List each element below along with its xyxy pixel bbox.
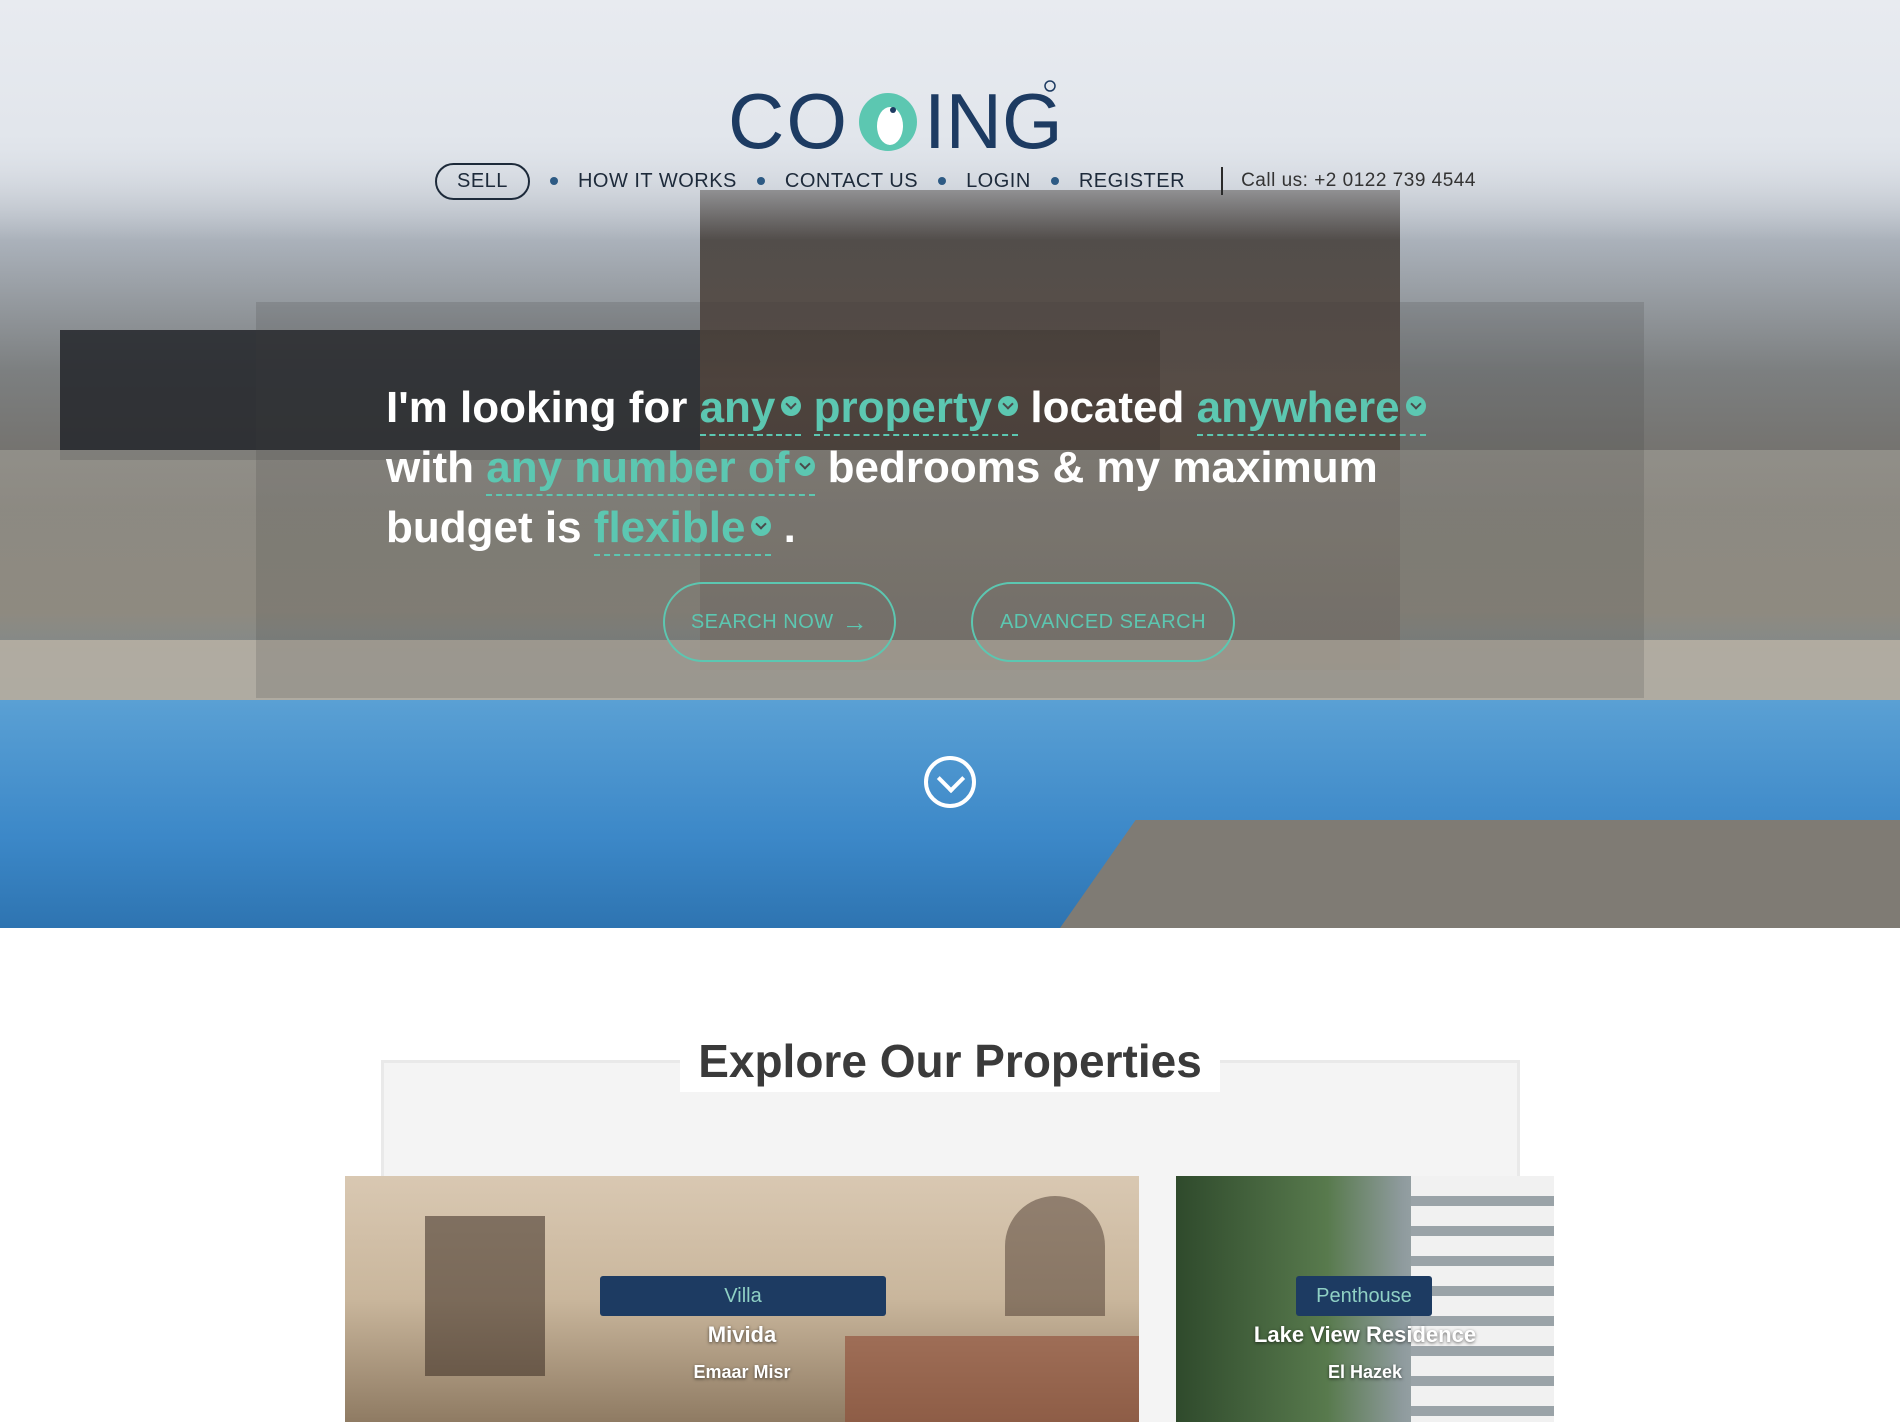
- advanced-search-button[interactable]: ADVANCED SEARCH: [971, 582, 1235, 662]
- scroll-down-icon[interactable]: [924, 756, 976, 808]
- property-name: Lake View Residence: [1253, 1322, 1477, 1347]
- nav-sell[interactable]: SELL: [435, 162, 530, 200]
- property-card[interactable]: Villa Mivida Emaar Misr: [345, 1176, 1139, 1422]
- search-now-label: SEARCH NOW: [690, 610, 834, 633]
- budget-label: budget is: [386, 503, 582, 552]
- bedrooms-value: any number of: [486, 443, 790, 492]
- section-title: Explore Our Properties: [680, 1030, 1220, 1092]
- main-nav: SELL HOW IT WORKS CONTACT US LOGIN REGIS…: [435, 162, 1476, 200]
- chevron-down-icon: [795, 456, 816, 477]
- property-developer: Emaar Misr: [693, 1362, 791, 1382]
- bedrooms-label: bedrooms & my maximum: [827, 443, 1378, 492]
- search-sentence: I'm looking for any property located any…: [386, 378, 1516, 558]
- phone-link[interactable]: Call us: +2 0122 739 4544: [1241, 170, 1476, 192]
- property-type-dropdown[interactable]: property: [813, 383, 1019, 436]
- svg-text:ING: ING: [924, 78, 1058, 158]
- budget-dropdown[interactable]: flexible: [593, 503, 772, 556]
- nav-how-it-works[interactable]: HOW IT WORKS: [578, 170, 737, 193]
- property-developer: El Hazek: [1327, 1362, 1403, 1382]
- arrow-right-icon: →: [841, 607, 869, 637]
- located-label: located: [1030, 383, 1185, 432]
- property-type-badge: Villa: [600, 1276, 886, 1316]
- advanced-search-label: ADVANCED SEARCH: [999, 610, 1207, 633]
- property-image: [425, 1216, 545, 1376]
- budget-value: flexible: [593, 503, 746, 552]
- chevron-down-icon: [998, 396, 1019, 417]
- property-card[interactable]: Penthouse Lake View Residence El Hazek: [1176, 1176, 1554, 1422]
- search-now-button[interactable]: SEARCH NOW →: [663, 582, 896, 662]
- nav-separator-dot: [549, 177, 558, 185]
- sentence-period: .: [783, 503, 796, 552]
- site-logo[interactable]: CO ING: [728, 78, 1058, 158]
- nav-separator-dot: [756, 177, 765, 185]
- nav-register[interactable]: REGISTER: [1079, 170, 1185, 193]
- property-type-badge: Penthouse: [1296, 1276, 1432, 1316]
- location-value: anywhere: [1196, 383, 1400, 432]
- with-label: with: [386, 443, 474, 492]
- nav-separator-dot: [938, 177, 947, 185]
- location-dropdown[interactable]: anywhere: [1196, 383, 1426, 436]
- cooing-logo-icon: CO ING: [728, 78, 1058, 158]
- chevron-down-icon: [751, 516, 772, 537]
- nav-login[interactable]: LOGIN: [966, 170, 1031, 193]
- chevron-down-icon: [1405, 396, 1426, 417]
- hero-section: CO ING SELL HOW IT WORKS CONTACT US LOGI…: [0, 0, 1900, 928]
- property-type-value: property: [813, 383, 993, 432]
- svg-text:CO: CO: [728, 78, 849, 158]
- search-intro: I'm looking for: [386, 383, 688, 432]
- property-scope-value: any: [699, 383, 776, 432]
- chevron-down-icon: [781, 396, 802, 417]
- bedrooms-dropdown[interactable]: any number of: [486, 443, 816, 496]
- nav-separator-dot: [1050, 177, 1059, 185]
- nav-contact-us[interactable]: CONTACT US: [785, 170, 918, 193]
- property-scope-dropdown[interactable]: any: [699, 383, 802, 436]
- property-image: [1411, 1176, 1554, 1422]
- property-name: Mivida: [707, 1322, 777, 1347]
- nav-divider: [1221, 167, 1224, 195]
